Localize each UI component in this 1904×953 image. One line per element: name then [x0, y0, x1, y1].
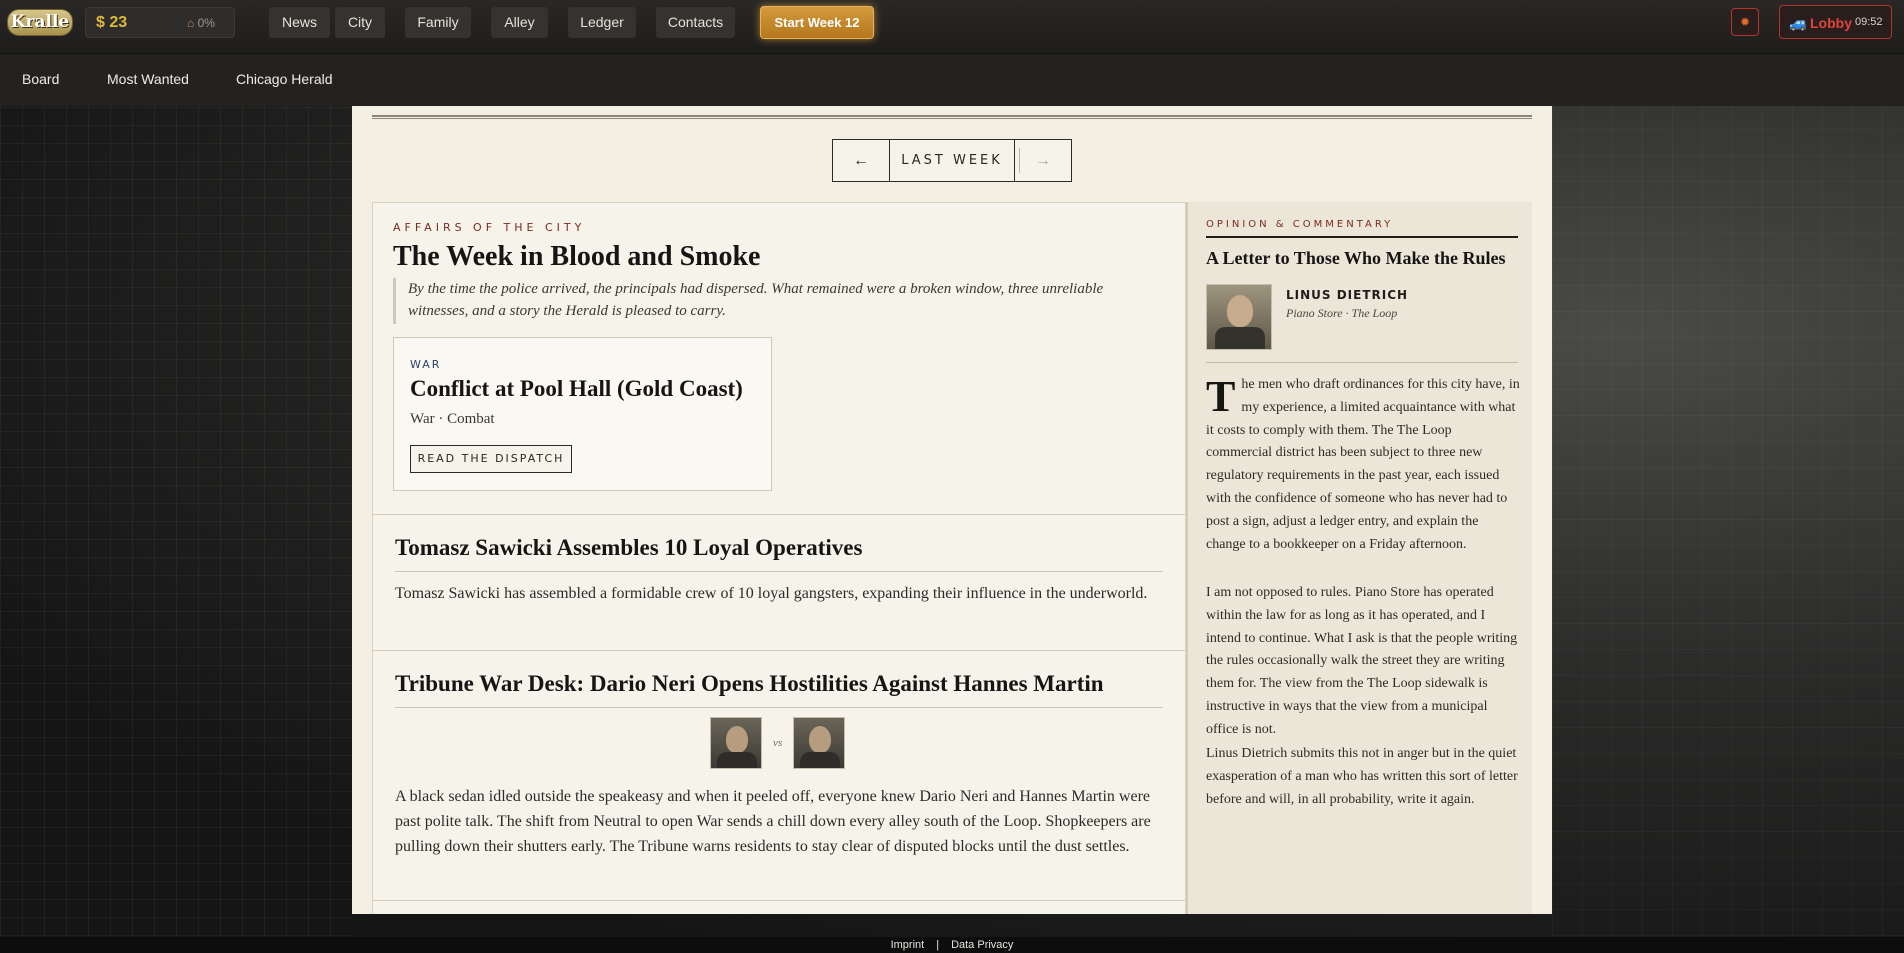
nav-city[interactable]: City: [335, 7, 385, 38]
footer-separator: |: [936, 939, 940, 951]
paragraph-text: he men who draft ordinances for this cit…: [1206, 377, 1520, 552]
story-item: Tribune War Desk: Dario Neri Opens Hosti…: [373, 651, 1185, 901]
nav-alley[interactable]: Alley: [491, 7, 548, 38]
lead-story: AFFAIRS OF THE CITY The Week in Blood an…: [373, 203, 1185, 515]
top-bar: Kralle $ 23 ⌂ 0% News City Family Alley …: [0, 0, 1904, 54]
portrait-face: [726, 726, 748, 753]
logo[interactable]: Kralle: [7, 9, 73, 36]
war-dispatch-card: WAR Conflict at Pool Hall (Gold Coast) W…: [393, 337, 772, 491]
subnav-most-wanted[interactable]: Most Wanted: [107, 71, 189, 87]
nav-family[interactable]: Family: [405, 7, 471, 38]
map-streets-left: [0, 106, 352, 936]
war-subtitle: War · Combat: [410, 411, 495, 427]
nav-contacts[interactable]: Contacts: [656, 7, 735, 38]
data-privacy-link[interactable]: Data Privacy: [951, 939, 1013, 951]
subnav-chicago-herald[interactable]: Chicago Herald: [236, 71, 333, 87]
story-body: A black sedan idled outside the speakeas…: [395, 788, 1151, 855]
story-headline: Tomasz Sawicki Assembles 10 Loyal Operat…: [395, 535, 1163, 572]
author-name: LINUS DIETRICH: [1286, 288, 1409, 302]
start-week-button[interactable]: Start Week 12: [760, 6, 874, 39]
heat-percent: 0%: [197, 16, 215, 30]
read-dispatch-button[interactable]: READ THE DISPATCH: [410, 445, 572, 473]
author-location: Piano Store · The Loop: [1286, 306, 1398, 320]
next-week-button[interactable]: →: [1014, 140, 1071, 181]
previous-week-button[interactable]: ←: [833, 140, 890, 181]
versus-label: vs: [773, 737, 783, 749]
lobby-label: Lobby: [1810, 15, 1852, 31]
story-item: Tomasz Sawicki Assembles 10 Loyal Operat…: [373, 515, 1185, 651]
lead-headline: The Week in Blood and Smoke: [393, 241, 761, 272]
nav-ledger[interactable]: Ledger: [568, 7, 636, 38]
house-icon: ⌂: [187, 16, 195, 30]
money-amount: $ 23: [96, 14, 128, 31]
bug-icon: ✹: [1739, 15, 1751, 29]
masthead-rule: [372, 115, 1532, 119]
story-body: Tomasz Sawicki has assembled a formidabl…: [395, 585, 1148, 602]
heat-indicator: ⌂ 0%: [187, 16, 215, 30]
week-navigator: ← LAST WEEK →: [832, 139, 1072, 182]
gangster-portrait-hannes-martin: [793, 717, 845, 769]
map-streets-right: [1552, 106, 1904, 936]
drop-cap: T: [1206, 372, 1236, 421]
kicker-rule: [1206, 236, 1518, 238]
lead-dek: By the time the police arrived, the prin…: [393, 278, 1163, 324]
opinion-paragraph: I am not opposed to rules. Piano Store h…: [1206, 585, 1518, 737]
portrait-face: [1227, 295, 1253, 327]
week-label: LAST WEEK: [901, 153, 1003, 168]
footer: Imprint | Data Privacy: [0, 937, 1904, 953]
opinion-sidebar: OPINION & COMMENTARY A Letter to Those W…: [1186, 202, 1532, 914]
main-column: AFFAIRS OF THE CITY The Week in Blood an…: [372, 202, 1186, 914]
subnav-board[interactable]: Board: [22, 71, 59, 87]
author-portrait: [1206, 284, 1272, 350]
opinion-title: A Letter to Those Who Make the Rules: [1206, 248, 1506, 268]
war-tag: WAR: [410, 358, 442, 371]
war-title: Conflict at Pool Hall (Gold Coast): [410, 376, 743, 401]
money-panel: $ 23 ⌂ 0%: [85, 7, 235, 38]
newspaper-page: ← LAST WEEK → AFFAIRS OF THE CITY The We…: [352, 106, 1552, 914]
portrait-body: [717, 752, 757, 768]
imprint-link[interactable]: Imprint: [891, 939, 925, 951]
portrait-body: [800, 752, 840, 768]
bug-report-button[interactable]: ✹: [1731, 8, 1759, 36]
lobby-button[interactable]: 🚙 Lobby 09:52: [1779, 5, 1892, 39]
nav-news[interactable]: News: [269, 7, 330, 38]
car-icon: 🚙: [1789, 15, 1808, 32]
opinion-paragraph: The men who draft ordinances for this ci…: [1206, 374, 1521, 556]
clock: 09:52: [1855, 16, 1883, 28]
story-headline: Tribune War Desk: Dario Neri Opens Hosti…: [395, 671, 1163, 708]
portrait-body: [1215, 327, 1265, 349]
opinion-kicker: OPINION & COMMENTARY: [1206, 219, 1394, 230]
opinion-paragraph: Linus Dietrich submits this not in anger…: [1206, 746, 1518, 807]
portrait-face: [809, 726, 831, 753]
gangster-portrait-dario-neri: [710, 717, 762, 769]
author-rule: [1206, 362, 1518, 363]
sub-nav: Board Most Wanted Chicago Herald: [0, 54, 1904, 106]
lead-kicker: AFFAIRS OF THE CITY: [393, 221, 586, 234]
